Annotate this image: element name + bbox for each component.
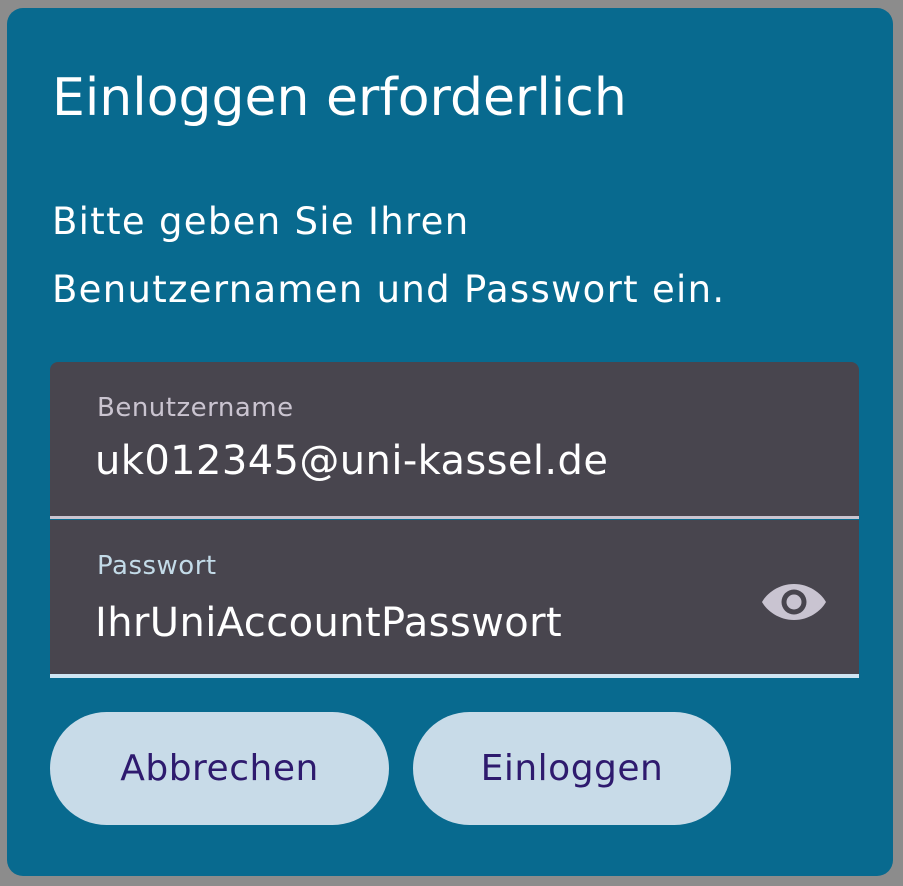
username-field[interactable]: Benutzername xyxy=(50,362,859,519)
password-input[interactable] xyxy=(95,598,735,648)
password-label: Passwort xyxy=(97,551,217,581)
password-field[interactable]: Passwort xyxy=(50,520,859,678)
username-input[interactable] xyxy=(95,436,735,486)
dialog-title: Einloggen erforderlich xyxy=(52,68,627,128)
dialog-message-line-1: Bitte geben Sie Ihren xyxy=(52,200,470,243)
login-button[interactable]: Einloggen xyxy=(413,712,731,825)
cancel-button[interactable]: Abbrechen xyxy=(50,712,389,825)
username-label: Benutzername xyxy=(97,393,294,423)
dialog-message: Bitte geben Sie Ihren Benutzernamen und … xyxy=(52,188,725,324)
eye-icon xyxy=(762,584,826,620)
login-dialog: Einloggen erforderlich Bitte geben Sie I… xyxy=(7,8,893,876)
screen-frame: Einloggen erforderlich Bitte geben Sie I… xyxy=(0,0,903,886)
dialog-message-line-2: Benutzernamen und Passwort ein. xyxy=(52,268,726,311)
password-visibility-toggle[interactable] xyxy=(761,578,827,626)
